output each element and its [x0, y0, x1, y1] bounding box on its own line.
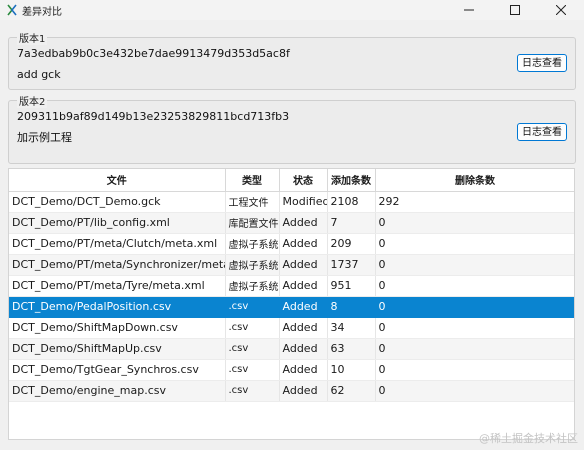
- table-row[interactable]: DCT_Demo/PedalPosition.csv .csv Added 8 0: [9, 296, 574, 318]
- cell-deleted: 0: [375, 254, 574, 276]
- cell-deleted: 0: [375, 233, 574, 255]
- version2-hash: 209311b9af89d149b13e23253829811bcd713fb3: [17, 110, 290, 123]
- cell-deleted: 0: [375, 317, 574, 339]
- cell-file: DCT_Demo/ShiftMapDown.csv: [9, 317, 226, 339]
- col-header-file[interactable]: 文件: [9, 169, 226, 192]
- version1-hash: 7a3edbab9b0c3e432be7dae9913479d353d5ac8f: [17, 47, 290, 60]
- version2-group: 版本2 209311b9af89d149b13e23253829811bcd71…: [8, 93, 576, 164]
- cell-type: .csv: [225, 317, 280, 339]
- cell-type: 工程文件: [225, 191, 280, 213]
- version2-log-button[interactable]: 日志查看: [517, 123, 567, 141]
- cell-deleted: 0: [375, 275, 574, 297]
- cell-type: .csv: [225, 380, 280, 402]
- cell-type: 虚拟子系统: [225, 254, 280, 276]
- cell-status: Added: [279, 212, 328, 234]
- cell-type: .csv: [225, 359, 280, 381]
- table-row[interactable]: DCT_Demo/TgtGear_Synchros.csv .csv Added 10…: [9, 359, 574, 381]
- cell-file: DCT_Demo/PT/lib_config.xml: [9, 212, 226, 234]
- cell-status: Added: [279, 233, 328, 255]
- cell-deleted: 0: [375, 338, 574, 360]
- table-row[interactable]: DCT_Demo/PT/meta/Clutch/meta.xml 虚拟子系统 Add…: [9, 233, 574, 255]
- diff-table-container[interactable]: 文件 类型 状态 添加条数 删除条数 DCT_Demo/DCT_Demo.gck…: [8, 168, 575, 440]
- table-row[interactable]: DCT_Demo/DCT_Demo.gck 工程文件 Modified 2108 292: [9, 191, 574, 213]
- close-icon: [556, 5, 566, 15]
- cell-deleted: 0: [375, 296, 574, 318]
- window-title: 差异对比: [22, 7, 62, 18]
- col-header-status[interactable]: 状态: [279, 169, 328, 192]
- cell-added: 10: [327, 359, 376, 381]
- cell-type: 虚拟子系统: [225, 233, 280, 255]
- col-header-added[interactable]: 添加条数: [327, 169, 376, 192]
- cell-file: DCT_Demo/PT/meta/Clutch/meta.xml: [9, 233, 226, 255]
- cell-status: Added: [279, 317, 328, 339]
- cell-type: 库配置文件: [225, 212, 280, 234]
- table-header-row: 文件 类型 状态 添加条数 删除条数: [9, 169, 574, 192]
- cell-type: 虚拟子系统: [225, 275, 280, 297]
- cell-file: DCT_Demo/PedalPosition.csv: [9, 296, 226, 318]
- cell-status: Added: [279, 275, 328, 297]
- cell-status: Modified: [279, 191, 328, 213]
- cell-added: 2108: [327, 191, 376, 213]
- maximize-icon: [510, 5, 520, 15]
- table-row[interactable]: DCT_Demo/PT/lib_config.xml 库配置文件 Added 7 0: [9, 212, 574, 234]
- maximize-button[interactable]: [492, 0, 538, 20]
- cell-file: DCT_Demo/PT/meta/Synchronizer/meta.xml: [9, 254, 226, 276]
- minimize-button[interactable]: [446, 0, 492, 20]
- cell-status: Added: [279, 338, 328, 360]
- version1-group: 版本1 7a3edbab9b0c3e432be7dae9913479d353d5…: [8, 30, 576, 90]
- cell-deleted: 0: [375, 212, 574, 234]
- cell-type: .csv: [225, 296, 280, 318]
- cell-deleted: 0: [375, 359, 574, 381]
- version2-legend: 版本2: [17, 93, 48, 108]
- cell-file: DCT_Demo/PT/meta/Tyre/meta.xml: [9, 275, 226, 297]
- cell-status: Added: [279, 296, 328, 318]
- cell-added: 7: [327, 212, 376, 234]
- cell-added: 62: [327, 380, 376, 402]
- cell-added: 8: [327, 296, 376, 318]
- close-button[interactable]: [538, 0, 584, 20]
- cell-added: 1737: [327, 254, 376, 276]
- table-row[interactable]: DCT_Demo/ShiftMapUp.csv .csv Added 63 0: [9, 338, 574, 360]
- cell-added: 63: [327, 338, 376, 360]
- table-body: DCT_Demo/DCT_Demo.gck 工程文件 Modified 2108 292…: [9, 191, 574, 402]
- table-row[interactable]: DCT_Demo/PT/meta/Tyre/meta.xml 虚拟子系统 Added…: [9, 275, 574, 297]
- table-row[interactable]: DCT_Demo/engine_map.csv .csv Added 62 0: [9, 380, 574, 402]
- watermark: @稀土掘金技术社区: [479, 432, 578, 445]
- version1-legend: 版本1: [17, 30, 48, 45]
- col-header-type[interactable]: 类型: [225, 169, 280, 192]
- cell-file: DCT_Demo/engine_map.csv: [9, 380, 226, 402]
- cell-file: DCT_Demo/DCT_Demo.gck: [9, 191, 226, 213]
- cell-added: 34: [327, 317, 376, 339]
- cell-added: 209: [327, 233, 376, 255]
- table-row[interactable]: DCT_Demo/ShiftMapDown.csv .csv Added 34 0: [9, 317, 574, 339]
- version1-log-button[interactable]: 日志查看: [517, 54, 567, 72]
- table-row[interactable]: DCT_Demo/PT/meta/Synchronizer/meta.xml虚拟…: [9, 254, 574, 276]
- col-header-deleted[interactable]: 删除条数: [375, 169, 574, 192]
- version1-message: add gck: [17, 68, 61, 81]
- cell-status: Added: [279, 380, 328, 402]
- title-bar: 差异对比: [0, 0, 584, 20]
- cell-deleted: 0: [375, 380, 574, 402]
- cell-deleted: 292: [375, 191, 574, 213]
- app-icon: [7, 4, 17, 16]
- cell-added: 951: [327, 275, 376, 297]
- cell-file: DCT_Demo/ShiftMapUp.csv: [9, 338, 226, 360]
- cell-type: .csv: [225, 338, 280, 360]
- minimize-icon: [464, 9, 474, 11]
- diff-table: 文件 类型 状态 添加条数 删除条数 DCT_Demo/DCT_Demo.gck…: [9, 169, 574, 402]
- cell-status: Added: [279, 254, 328, 276]
- cell-status: Added: [279, 359, 328, 381]
- cell-file: DCT_Demo/TgtGear_Synchros.csv: [9, 359, 226, 381]
- version2-message: 加示例工程: [17, 131, 72, 144]
